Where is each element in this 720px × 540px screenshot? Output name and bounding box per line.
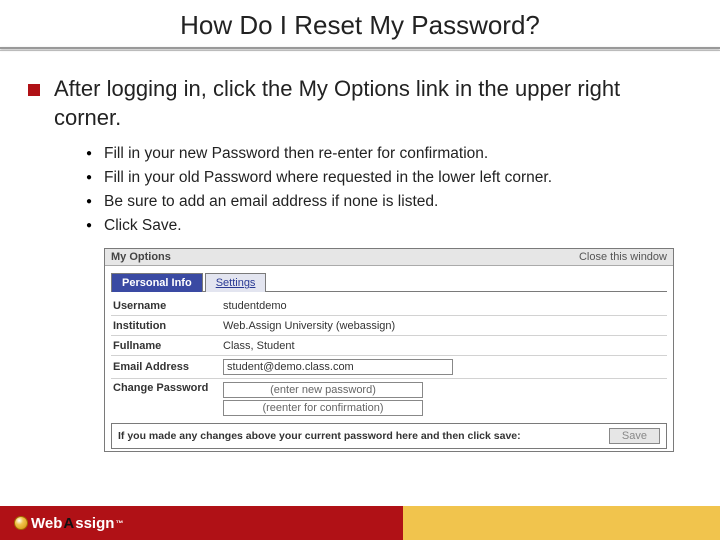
- tab-row: Personal Info Settings: [111, 272, 667, 292]
- tab-personal-info[interactable]: Personal Info: [111, 273, 203, 292]
- dialog-title: My Options: [111, 251, 171, 263]
- main-bullet: After logging in, click the My Options l…: [28, 75, 692, 132]
- logo-web: Web: [31, 515, 62, 532]
- square-bullet-icon: [28, 84, 40, 96]
- logo-tm: ™: [115, 519, 123, 528]
- row-institution: Institution Web.Assign University (webas…: [111, 316, 667, 336]
- webassign-logo: WebAssign™: [14, 515, 123, 532]
- tab-settings[interactable]: Settings: [205, 273, 267, 292]
- close-window-link[interactable]: Close this window: [579, 251, 667, 263]
- label-fullname: Fullname: [113, 340, 223, 352]
- logo-ssign: ssign: [75, 515, 114, 532]
- list-item: Fill in your new Password then re-enter …: [86, 142, 692, 166]
- value-fullname: Class, Student: [223, 340, 295, 352]
- footer-red: WebAssign™: [0, 506, 403, 540]
- footer-stripe: WebAssign™: [0, 506, 720, 540]
- new-password-field[interactable]: [223, 382, 423, 398]
- row-change-password: Change Password: [111, 379, 667, 419]
- globe-icon: [14, 516, 28, 530]
- row-fullname: Fullname Class, Student: [111, 336, 667, 356]
- email-field[interactable]: [223, 359, 453, 375]
- value-institution: Web.Assign University (webassign): [223, 320, 395, 332]
- list-item: Click Save.: [86, 214, 692, 238]
- label-email: Email Address: [113, 361, 223, 373]
- main-bullet-text: After logging in, click the My Options l…: [54, 75, 692, 132]
- value-username: studentdemo: [223, 300, 287, 312]
- save-button[interactable]: Save: [609, 428, 660, 444]
- row-email: Email Address: [111, 356, 667, 379]
- row-username: Username studentdemo: [111, 296, 667, 316]
- label-change-password: Change Password: [113, 382, 223, 394]
- content-area: After logging in, click the My Options l…: [0, 51, 720, 452]
- my-options-dialog: My Options Close this window Personal In…: [104, 248, 674, 452]
- save-note: If you made any changes above your curre…: [118, 430, 521, 442]
- footer-yellow: [403, 506, 720, 540]
- sub-bullet-list: Fill in your new Password then re-enter …: [28, 142, 692, 238]
- password-stack: [223, 382, 423, 416]
- list-item: Fill in your old Password where requeste…: [86, 166, 692, 190]
- logo-a: A: [63, 515, 74, 532]
- dialog-header: My Options Close this window: [105, 249, 673, 266]
- save-row: If you made any changes above your curre…: [111, 423, 667, 449]
- confirm-password-field[interactable]: [223, 400, 423, 416]
- divider: [0, 47, 720, 49]
- list-item: Be sure to add an email address if none …: [86, 190, 692, 214]
- slide-title: How Do I Reset My Password?: [0, 0, 720, 47]
- dialog-body: Personal Info Settings Username studentd…: [105, 266, 673, 451]
- label-institution: Institution: [113, 320, 223, 332]
- label-username: Username: [113, 300, 223, 312]
